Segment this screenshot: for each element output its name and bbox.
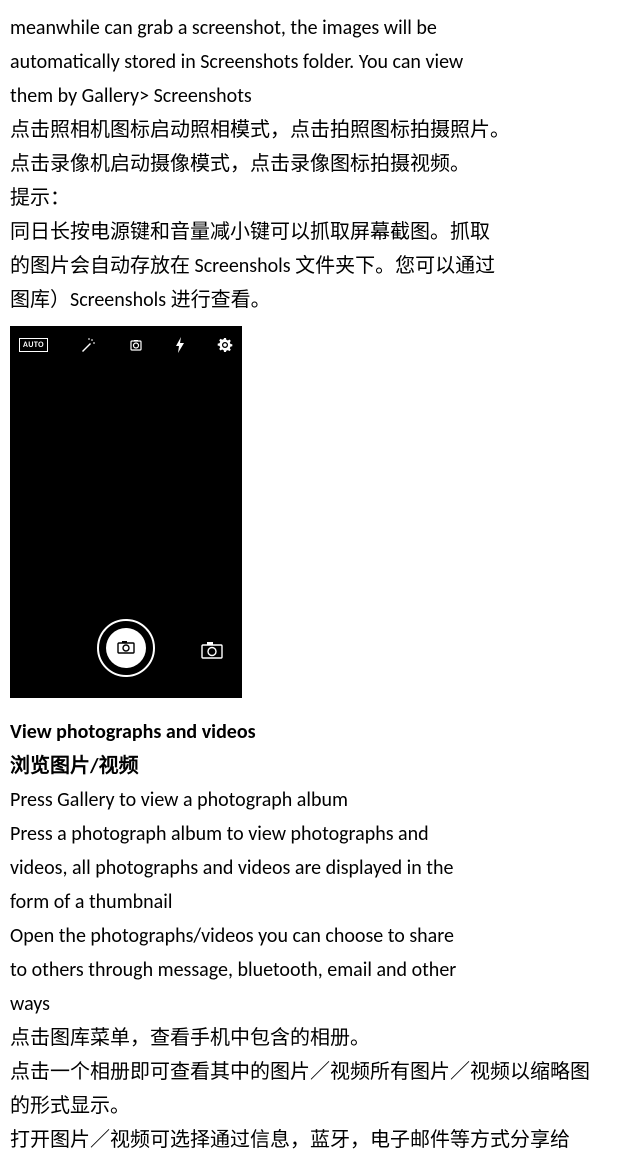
section-heading-en: View photographs and videos <box>10 716 622 748</box>
section-p2: Press a photograph album to view photogr… <box>10 818 622 850</box>
section-p7: ways <box>10 988 622 1020</box>
intro-zh-3: 提示： <box>10 182 622 214</box>
section-zh4: 打开图片／视频可选择通过信息，蓝牙，电子邮件等方式分享给 <box>10 1124 622 1156</box>
section-heading-zh: 浏览图片/视频 <box>10 750 622 782</box>
intro-line-1: meanwhile can grab a screenshot, the ima… <box>10 12 622 44</box>
intro-zh-1: 点击照相机图标启动照相模式，点击拍照图标拍摄照片。 <box>10 114 622 146</box>
camera-app-screenshot: AUTO <box>10 326 242 698</box>
shutter-inner <box>106 628 146 668</box>
settings-gear-icon <box>217 337 233 353</box>
section-p4: form of a thumbnail <box>10 886 622 918</box>
flash-icon <box>175 337 185 353</box>
camera-topbar: AUTO <box>11 337 241 353</box>
intro-zh-2: 点击录像机启动摄像模式，点击录像图标拍摄视频。 <box>10 148 622 180</box>
camera-icon <box>117 632 135 664</box>
section-p1: Press Gallery to view a photograph album <box>10 784 622 816</box>
intro-zh-6: 图库）Screenshols 进行查看。 <box>10 284 622 316</box>
shutter-button[interactable] <box>97 619 155 677</box>
intro-zh-4: 同日长按电源键和音量减小键可以抓取屏幕截图。抓取 <box>10 216 622 248</box>
photo-mode-icon[interactable] <box>201 637 223 669</box>
auto-mode-badge: AUTO <box>19 338 48 353</box>
intro-line-3: them by Gallery> Screenshots <box>10 80 622 112</box>
section-zh1: 点击图库菜单，查看手机中包含的相册。 <box>10 1022 622 1054</box>
magic-wand-icon <box>80 337 96 353</box>
section-p5: Open the photographs/videos you can choo… <box>10 920 622 952</box>
section-zh2: 点击一个相册即可查看其中的图片／视频所有图片／视频以缩略图 <box>10 1056 622 1088</box>
intro-line-2: automatically stored in Screenshots fold… <box>10 46 622 78</box>
section-p6: to others through message, bluetooth, em… <box>10 954 622 986</box>
section-p3: videos, all photographs and videos are d… <box>10 852 622 884</box>
switch-camera-icon <box>128 337 144 353</box>
section-zh3: 的形式显示。 <box>10 1090 622 1122</box>
intro-zh-5: 的图片会自动存放在 Screenshols 文件夹下。您可以通过 <box>10 250 622 282</box>
